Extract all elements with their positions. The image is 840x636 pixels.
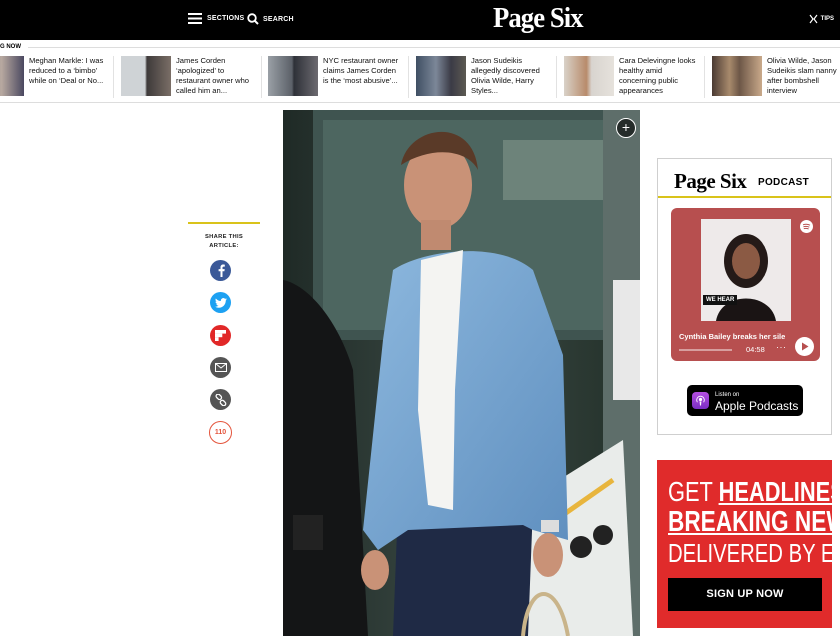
trending-headline: Cara Delevingne looks healthy amid conce… [619, 56, 696, 95]
trending-separator [408, 56, 409, 98]
sign-up-now-button[interactable]: SIGN UP NOW [668, 578, 822, 611]
apple-podcasts-text: Listen on Apple Podcasts [715, 390, 798, 412]
link-icon [214, 393, 226, 406]
podcast-cover-badge-text: WE HEAR [706, 297, 735, 303]
twitter-share-button[interactable] [210, 292, 231, 313]
trending-thumbnail [712, 56, 762, 96]
facebook-icon [218, 264, 225, 277]
article-main-photo[interactable] [283, 110, 640, 636]
play-icon [801, 342, 808, 351]
share-title: SHARE THIS ARTICLE: [188, 233, 260, 251]
share-sidebar: SHARE THIS ARTICLE: 110 [188, 222, 260, 444]
tips-label: TIPS [820, 16, 834, 22]
newsletter-signup-promo: GET HEADLINES & BREAKING NEWS DELIVERED … [657, 460, 840, 628]
hamburger-icon [188, 13, 202, 24]
newsletter-line-1-a: GET [668, 476, 719, 507]
page-six-logo[interactable]: Page Six [493, 2, 584, 35]
newsletter-line-3: DELIVERED BY EMAIL [668, 538, 840, 568]
podcast-logo: Page Six [674, 169, 747, 193]
tips-icon [809, 14, 818, 24]
trending-item[interactable]: Meghan Markle: I was reduced to a ‘bimbo… [0, 56, 107, 98]
play-button[interactable] [795, 337, 814, 356]
trending-thumbnail [0, 56, 24, 96]
facebook-share-button[interactable] [210, 260, 231, 281]
trending-separator [261, 56, 262, 98]
newsletter-line-2: BREAKING NEWS [668, 506, 840, 538]
twitter-icon [214, 297, 227, 308]
apple-podcasts-icon [692, 392, 709, 409]
spotify-icon[interactable] [800, 220, 813, 233]
newsletter-line-1-b: HEADLINES [718, 476, 840, 507]
share-rule [188, 222, 260, 224]
top-navigation-bar: SECTIONS SEARCH Page Six TIPS [0, 0, 840, 40]
flipboard-share-button[interactable] [210, 325, 231, 346]
trending-thumbnail [121, 56, 171, 96]
email-icon [214, 363, 227, 372]
main-photo-image [283, 110, 640, 636]
flipboard-icon [215, 330, 226, 341]
share-title-line2: ARTICLE: [209, 243, 239, 249]
trending-item[interactable]: Jason Sudeikis allegedly discovered Oliv… [416, 56, 549, 98]
newsletter-line-1: GET HEADLINES & [668, 477, 840, 507]
plus-icon: + [621, 119, 631, 135]
email-share-button[interactable] [210, 357, 231, 378]
trending-item[interactable]: Olivia Wilde, Jason Sudeikis slam nanny … [712, 56, 837, 98]
trending-item[interactable]: NYC restaurant owner claims James Corden… [268, 56, 401, 98]
comments-button[interactable]: 110 [209, 421, 232, 444]
podcast-glyph-icon [696, 395, 705, 406]
trending-headline: NYC restaurant owner claims James Corden… [323, 56, 399, 85]
search-label: SEARCH [263, 15, 294, 23]
podcast-player: WE HEAR Cynthia Bailey breaks her sile 0… [671, 208, 820, 361]
trending-headline: Meghan Markle: I was reduced to a ‘bimbo… [29, 56, 104, 85]
tips-button[interactable]: TIPS [809, 14, 834, 24]
trending-headline: Olivia Wilde, Jason Sudeikis slam nanny … [767, 56, 837, 95]
trending-divider [28, 47, 840, 48]
copy-link-button[interactable] [210, 389, 231, 410]
comment-count: 110 [214, 429, 227, 436]
trending-thumbnail [564, 56, 614, 96]
trending-headline: Jason Sudeikis allegedly discovered Oliv… [471, 56, 540, 95]
trending-thumbnail [416, 56, 466, 96]
podcast-cover-badge: WE HEAR [703, 295, 738, 305]
trending-separator [556, 56, 557, 98]
trending-now-strip: G NOW Meghan Markle: I was reduced to a … [0, 40, 840, 103]
more-options-icon[interactable]: ··· [776, 342, 787, 352]
episode-progress-track[interactable] [679, 349, 732, 351]
apple-podcasts-button[interactable]: Listen on Apple Podcasts [687, 385, 803, 416]
podcast-subtitle: PODCAST [758, 177, 809, 188]
sections-label: SECTIONS [207, 15, 245, 22]
apple-podcasts-bottom: Apple Podcasts [715, 398, 799, 413]
trending-headline: James Corden ‘apologized’ to restaurant … [176, 56, 250, 95]
search-button[interactable]: SEARCH [247, 13, 294, 25]
trending-separator [704, 56, 705, 98]
episode-title: Cynthia Bailey breaks her sile [679, 332, 786, 341]
episode-time: 04:58 [746, 345, 765, 354]
share-title-line1: SHARE THIS [204, 234, 244, 240]
trending-thumbnail [268, 56, 318, 96]
podcast-rule [658, 196, 831, 198]
search-icon [247, 13, 259, 25]
trending-label: G NOW [0, 44, 21, 50]
podcast-cover-image [701, 219, 791, 321]
trending-item[interactable]: Cara Delevingne looks healthy amid conce… [564, 56, 697, 98]
trending-item[interactable]: James Corden ‘apologized’ to restaurant … [121, 56, 254, 98]
podcast-cover-art[interactable]: WE HEAR [701, 219, 791, 321]
expand-photo-button[interactable]: + [616, 118, 636, 138]
sections-menu-button[interactable]: SECTIONS [188, 13, 244, 24]
podcast-widget: Page Six PODCAST WE HEAR Cynthia Bailey … [657, 158, 832, 435]
trending-separator [113, 56, 114, 98]
